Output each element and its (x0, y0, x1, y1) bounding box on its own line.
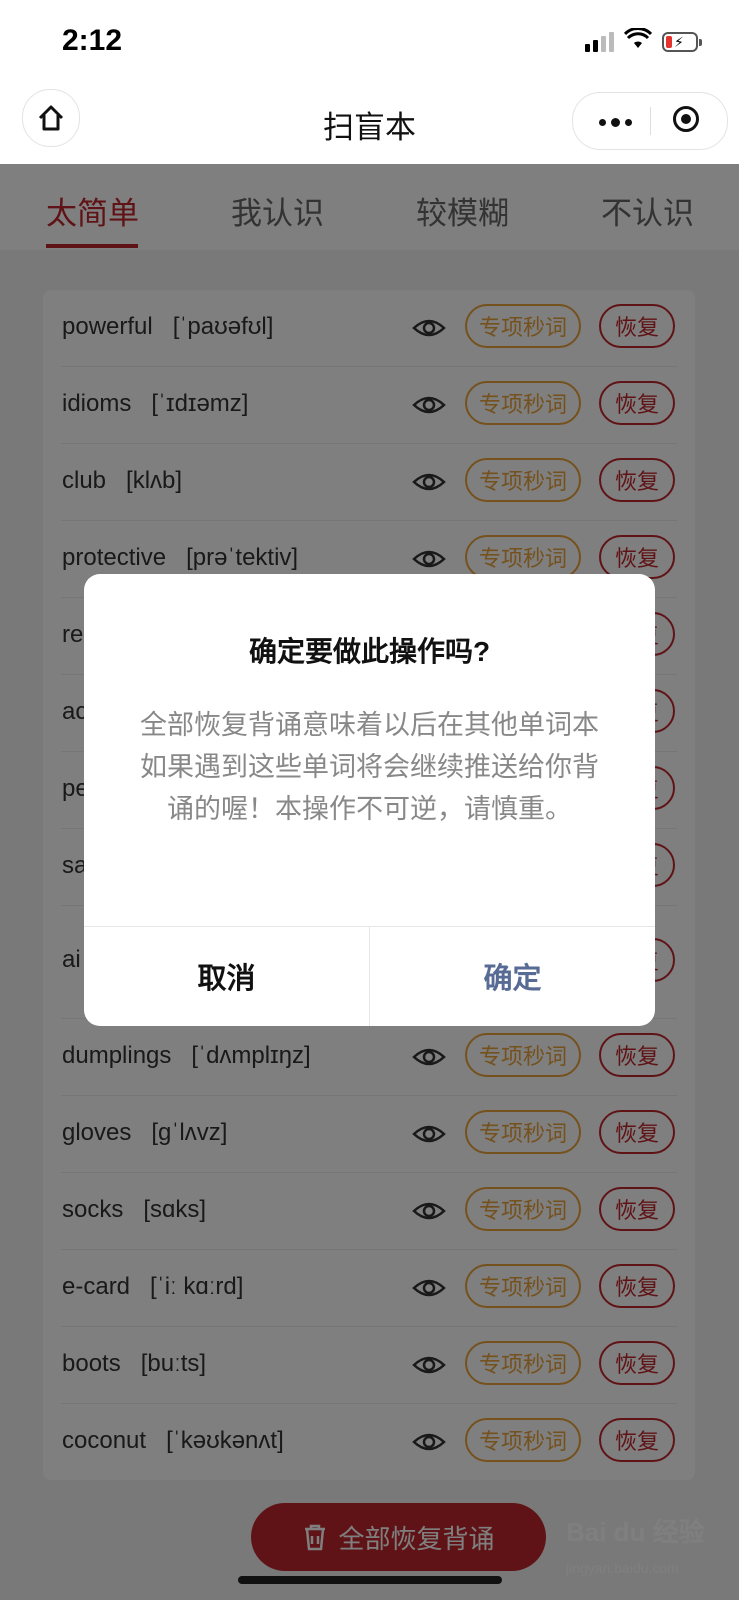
dialog-title: 确定要做此操作吗? (248, 636, 491, 667)
battery-icon: ⚡ (662, 32, 702, 52)
status-time: 2:12 (62, 24, 123, 57)
miniprogram-capsule (572, 92, 728, 150)
home-indicator (238, 1576, 502, 1584)
close-target-icon[interactable] (673, 106, 699, 132)
cancel-button[interactable]: 取消 (84, 926, 369, 1026)
nav-bar: 扫盲本 (0, 80, 739, 164)
more-icon[interactable] (599, 118, 632, 127)
confirm-dialog: 确定要做此操作吗? 全部恢复背诵意味着以后在其他单词本如果遇到这些单词将会继续推… (84, 574, 655, 1026)
confirm-button[interactable]: 确定 (370, 926, 655, 1026)
cellular-signal-icon (585, 32, 614, 52)
status-bar: 2:12 ⚡ (0, 0, 739, 80)
dialog-message: 全部恢复背诵意味着以后在其他单词本如果遇到这些单词将会继续推送给你背诵的喔！本操… (140, 710, 599, 824)
wifi-icon (624, 28, 652, 48)
capsule-divider (650, 107, 651, 135)
